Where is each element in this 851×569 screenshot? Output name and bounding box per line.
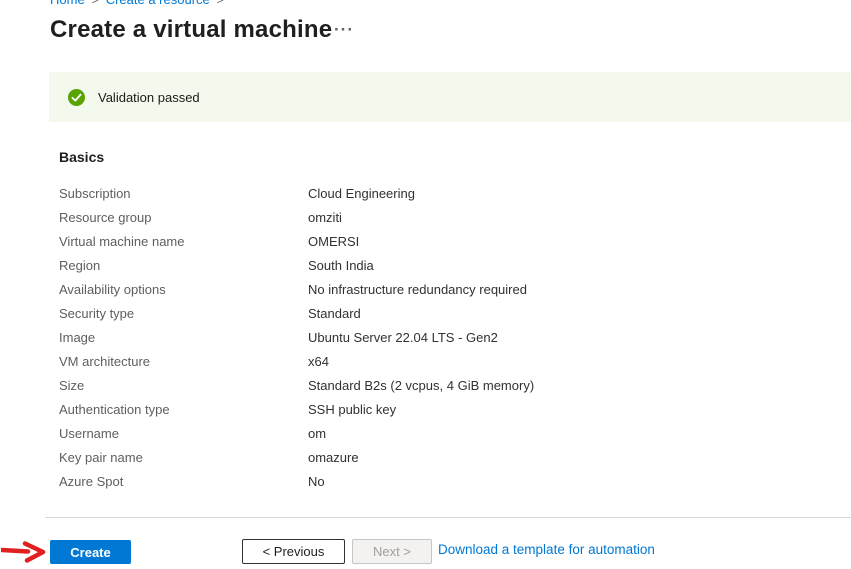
field-label: Azure Spot	[59, 474, 308, 489]
field-value: No infrastructure redundancy required	[308, 282, 527, 297]
field-value: Standard	[308, 306, 361, 321]
field-label: Size	[59, 378, 308, 393]
red-arrow-annotation-icon	[1, 541, 47, 563]
field-label: Authentication type	[59, 402, 308, 417]
field-value: South India	[308, 258, 374, 273]
table-row: Azure Spot No	[59, 469, 841, 493]
field-value: Standard B2s (2 vcpus, 4 GiB memory)	[308, 378, 534, 393]
field-value: No	[308, 474, 325, 489]
create-button[interactable]: Create	[50, 540, 131, 564]
table-row: Authentication type SSH public key	[59, 397, 841, 421]
breadcrumb: Home > Create a resource >	[50, 0, 231, 7]
field-label: Security type	[59, 306, 308, 321]
table-row: Image Ubuntu Server 22.04 LTS - Gen2	[59, 325, 841, 349]
validation-banner-text: Validation passed	[98, 90, 200, 105]
table-row: Key pair name omazure	[59, 445, 841, 469]
field-label: Username	[59, 426, 308, 441]
field-value: omziti	[308, 210, 342, 225]
field-label: Resource group	[59, 210, 308, 225]
field-value: Cloud Engineering	[308, 186, 415, 201]
breadcrumb-separator: >	[92, 0, 99, 7]
field-label: Virtual machine name	[59, 234, 308, 249]
table-row: Username om	[59, 421, 841, 445]
table-row: Subscription Cloud Engineering	[59, 181, 841, 205]
basics-summary: Subscription Cloud Engineering Resource …	[59, 181, 841, 493]
field-label: Key pair name	[59, 450, 308, 465]
footer-divider	[45, 517, 851, 518]
field-value: om	[308, 426, 326, 441]
field-value: x64	[308, 354, 329, 369]
previous-button[interactable]: < Previous	[242, 539, 345, 564]
page-title: Create a virtual machine	[50, 16, 332, 44]
field-value: Ubuntu Server 22.04 LTS - Gen2	[308, 330, 498, 345]
table-row: Resource group omziti	[59, 205, 841, 229]
table-row: Region South India	[59, 253, 841, 277]
table-row: Virtual machine name OMERSI	[59, 229, 841, 253]
table-row: Size Standard B2s (2 vcpus, 4 GiB memory…	[59, 373, 841, 397]
field-value: SSH public key	[308, 402, 396, 417]
breadcrumb-separator: >	[217, 0, 224, 7]
download-template-link[interactable]: Download a template for automation	[438, 542, 655, 557]
field-label: Region	[59, 258, 308, 273]
breadcrumb-home-link[interactable]: Home	[50, 0, 85, 7]
success-check-icon	[68, 89, 85, 106]
breadcrumb-create-resource-link[interactable]: Create a resource	[106, 0, 210, 7]
field-value: OMERSI	[308, 234, 359, 249]
create-vm-page: Home > Create a resource > Create a virtual…	[0, 0, 851, 569]
validation-banner: Validation passed	[49, 72, 851, 122]
next-button: Next >	[352, 539, 432, 564]
table-row: Availability options No infrastructure r…	[59, 277, 841, 301]
field-label: Image	[59, 330, 308, 345]
field-label: VM architecture	[59, 354, 308, 369]
field-label: Availability options	[59, 282, 308, 297]
table-row: Security type Standard	[59, 301, 841, 325]
field-value: omazure	[308, 450, 359, 465]
section-title-basics: Basics	[59, 149, 104, 165]
field-label: Subscription	[59, 186, 308, 201]
more-options-icon[interactable]: ···	[334, 20, 354, 40]
table-row: VM architecture x64	[59, 349, 841, 373]
